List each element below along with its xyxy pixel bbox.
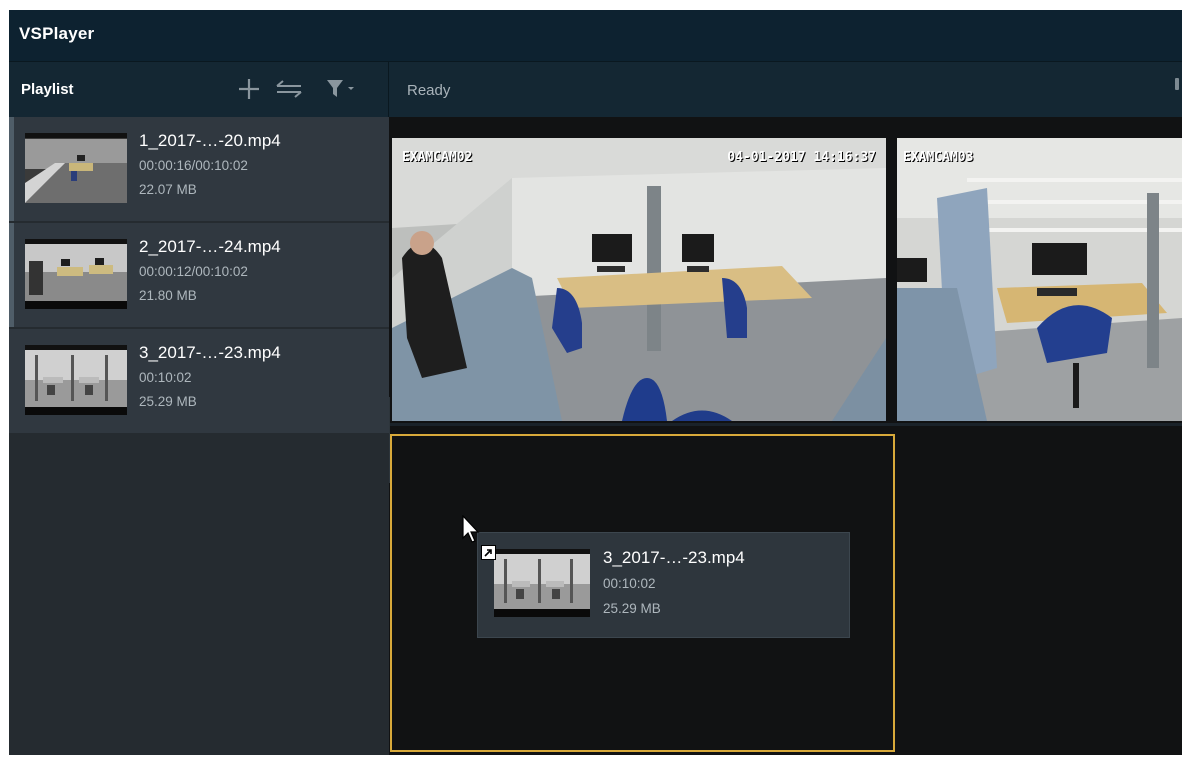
status-text: Ready	[407, 82, 451, 99]
play-time: 00:10:02	[139, 370, 192, 385]
play-time: 00:00:12/00:10:02	[139, 264, 248, 279]
filter-icon[interactable]	[325, 78, 357, 100]
camera-feed	[897, 138, 1182, 421]
video-thumbnail	[25, 239, 127, 309]
file-name: 3_2017-…-23.mp4	[603, 548, 745, 567]
play-time: 00:10:02	[603, 576, 656, 591]
toolbar-edge-marker	[1175, 78, 1179, 90]
play-time: 00:00:16/00:10:02	[139, 158, 248, 173]
playlist-actions	[237, 76, 357, 102]
file-name: 3_2017-…-23.mp4	[139, 343, 281, 362]
file-name: 1_2017-…-20.mp4	[139, 131, 281, 150]
app-title: VSPlayer	[19, 24, 95, 43]
file-size: 22.07 MB	[139, 182, 197, 197]
video-thumbnail	[25, 133, 127, 203]
playlist-panel: 1_2017-…-20.mp4 00:00:16/00:10:02 22.07 …	[9, 117, 389, 755]
add-icon[interactable]	[237, 77, 261, 101]
playlist-label: Playlist	[21, 81, 74, 98]
file-size: 25.29 MB	[603, 601, 661, 616]
active-indicator	[9, 117, 14, 221]
video-thumbnail	[494, 549, 590, 617]
sort-icon[interactable]	[275, 79, 303, 99]
video-thumbnail	[25, 345, 127, 415]
video-grid: EXAMCAM02 04-01-2017 14:16:37 EXAMCAM03	[390, 117, 1182, 755]
file-name: 2_2017-…-24.mp4	[139, 237, 281, 256]
camera-label: EXAMCAM03	[903, 150, 974, 165]
cursor-icon	[462, 515, 480, 543]
header-separator	[388, 62, 389, 117]
playlist-item[interactable]: 1_2017-…-20.mp4 00:00:16/00:10:02 22.07 …	[9, 117, 389, 223]
video-pane[interactable]: EXAMCAM02 04-01-2017 14:16:37	[392, 138, 886, 421]
toolbar: Playlist Ready	[9, 61, 1182, 117]
playlist-item[interactable]: 3_2017-…-23.mp4 00:10:02 25.29 MB	[9, 329, 389, 435]
app-window: VSPlayer Playlist Ready 1_2017-…-20.mp4 …	[9, 10, 1182, 755]
drag-preview: 3_2017-…-23.mp4 00:10:02 25.29 MB	[477, 532, 850, 638]
file-size: 21.80 MB	[139, 288, 197, 303]
grid-divider	[390, 423, 1182, 426]
video-pane[interactable]: EXAMCAM03	[897, 138, 1182, 421]
camera-feed	[392, 138, 886, 421]
file-size: 25.29 MB	[139, 394, 197, 409]
camera-label: EXAMCAM02	[402, 150, 473, 165]
playlist-item[interactable]: 2_2017-…-24.mp4 00:00:12/00:10:02 21.80 …	[9, 223, 389, 329]
title-bar: VSPlayer	[9, 10, 1182, 61]
camera-timestamp: 04-01-2017 14:16:37	[727, 150, 876, 165]
active-indicator	[9, 223, 14, 327]
shortcut-arrow-icon	[481, 545, 496, 560]
